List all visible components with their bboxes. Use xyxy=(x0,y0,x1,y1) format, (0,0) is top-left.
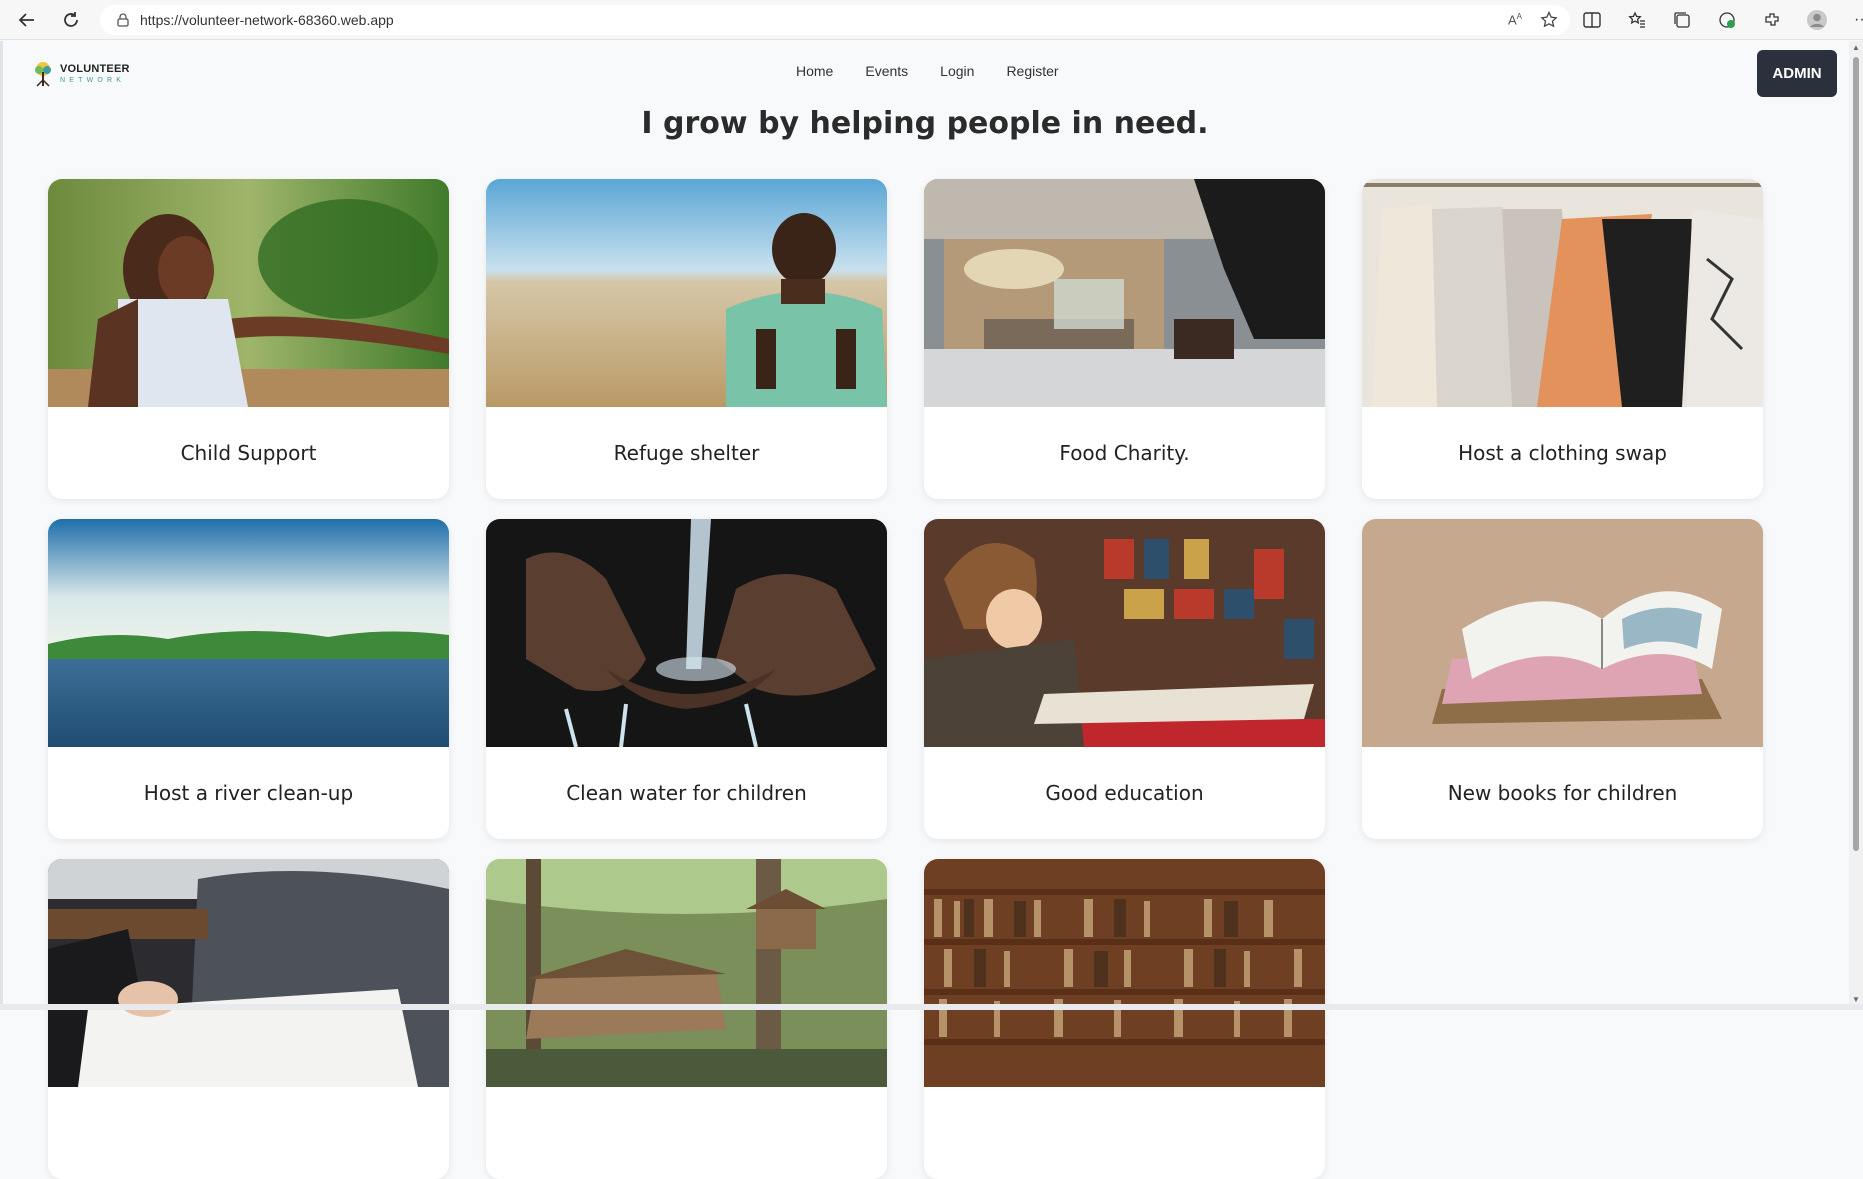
browser-toolbar: https://volunteer-network-68360.web.app … xyxy=(0,0,1863,40)
back-icon[interactable] xyxy=(10,3,44,37)
profile-avatar-icon[interactable] xyxy=(1803,6,1831,34)
favorite-star-icon[interactable] xyxy=(1540,11,1558,29)
split-screen-icon[interactable] xyxy=(1578,6,1606,34)
card-image xyxy=(924,859,1325,1087)
card-image xyxy=(924,179,1325,407)
collections-icon[interactable] xyxy=(1668,6,1696,34)
window-bottom-edge xyxy=(0,1004,1863,1010)
event-card[interactable] xyxy=(48,859,449,1179)
card-title: Food Charity. xyxy=(1059,441,1190,465)
card-image xyxy=(924,519,1325,747)
event-card[interactable]: Child Support xyxy=(48,179,449,499)
card-title: Host a clothing swap xyxy=(1458,441,1667,465)
page-headline: I grow by helping people in need. xyxy=(641,106,1209,141)
logo-main-text: VOLUNTEER xyxy=(60,63,130,75)
card-image xyxy=(48,519,449,747)
read-aloud-icon[interactable]: AA xyxy=(1508,12,1522,27)
address-bar[interactable]: https://volunteer-network-68360.web.app … xyxy=(100,5,1570,35)
card-image xyxy=(1362,519,1763,747)
tree-logo-icon xyxy=(35,62,51,87)
card-title: Refuge shelter xyxy=(613,441,760,465)
nav-events-link[interactable]: Events xyxy=(865,63,908,79)
event-card[interactable]: Refuge shelter xyxy=(486,179,887,499)
extensions-icon[interactable] xyxy=(1758,6,1786,34)
page-edge xyxy=(0,41,3,1010)
card-title xyxy=(48,1087,449,1179)
lock-icon xyxy=(116,12,130,28)
event-card[interactable] xyxy=(924,859,1325,1179)
event-card[interactable]: Food Charity. xyxy=(924,179,1325,499)
nav-home-link[interactable]: Home xyxy=(796,63,833,79)
event-card[interactable] xyxy=(486,859,887,1179)
scroll-up-icon[interactable]: ▲ xyxy=(1852,43,1860,52)
event-card[interactable]: Host a clothing swap xyxy=(1362,179,1763,499)
page-scrollbar[interactable]: ▲ ▼ xyxy=(1849,41,1863,1010)
url-text: https://volunteer-network-68360.web.app xyxy=(140,12,394,28)
events-grid: Child Support Refuge shelter Food Charit… xyxy=(48,179,1763,1179)
card-image xyxy=(1362,179,1763,407)
logo-sub-text: NETWORK xyxy=(60,77,126,84)
admin-button[interactable]: ADMIN xyxy=(1757,50,1837,97)
event-card[interactable]: Good education xyxy=(924,519,1325,839)
card-image xyxy=(486,859,887,1087)
event-card[interactable]: Host a river clean-up xyxy=(48,519,449,839)
card-title xyxy=(924,1087,1325,1179)
scroll-down-icon[interactable]: ▼ xyxy=(1852,995,1860,1004)
scroll-thumb[interactable] xyxy=(1853,57,1859,851)
card-title: Clean water for children xyxy=(566,781,807,805)
reload-icon[interactable] xyxy=(54,3,88,37)
event-card[interactable]: New books for children xyxy=(1362,519,1763,839)
card-image xyxy=(486,179,887,407)
card-image xyxy=(48,179,449,407)
nav-login-link[interactable]: Login xyxy=(940,63,974,79)
main-nav: Home Events Login Register xyxy=(796,63,1059,79)
card-title: New books for children xyxy=(1447,781,1678,805)
site-logo[interactable]: VOLUNTEER NETWORK xyxy=(30,60,130,88)
card-title xyxy=(486,1087,887,1179)
more-options-icon[interactable]: ··· xyxy=(1848,6,1863,34)
card-image xyxy=(486,519,887,747)
event-card[interactable]: Clean water for children xyxy=(486,519,887,839)
card-title: Host a river clean-up xyxy=(143,781,354,805)
card-title: Good education xyxy=(1045,781,1204,805)
extension-status-icon[interactable] xyxy=(1713,6,1741,34)
card-title: Child Support xyxy=(180,441,317,465)
favorites-icon[interactable] xyxy=(1623,6,1651,34)
card-image xyxy=(48,859,449,1087)
nav-register-link[interactable]: Register xyxy=(1006,63,1058,79)
